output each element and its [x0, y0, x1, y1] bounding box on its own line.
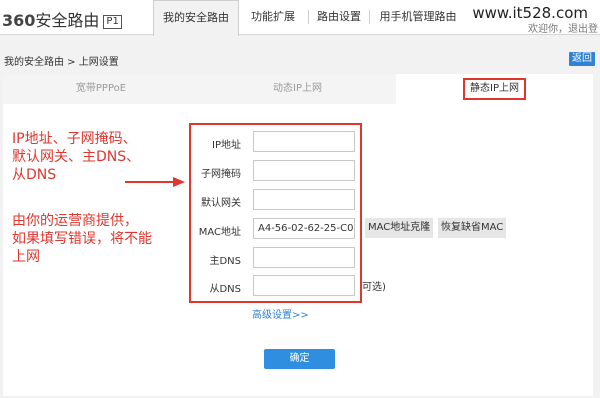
- primary-dns-label: 主DNS: [209, 256, 241, 267]
- logo-text: 安全路由: [35, 11, 100, 30]
- annotation-line: 从DNS: [12, 167, 57, 183]
- annotation-line: IP地址、子网掩码、: [12, 131, 137, 147]
- annotation-line: 如果填写错误，将不能: [12, 231, 152, 247]
- subnet-mask-label: 子网掩码: [201, 169, 241, 180]
- annotation-line: 上网: [12, 249, 40, 265]
- model-badge: P1: [103, 15, 122, 29]
- tab-router-settings[interactable]: 路由设置: [309, 0, 369, 34]
- tab-pppoe[interactable]: 宽带PPPoE: [3, 74, 199, 104]
- confirm-button[interactable]: 确定: [264, 349, 335, 369]
- mac-clone-button[interactable]: MAC地址克隆: [365, 218, 434, 238]
- optional-note: 可选): [362, 282, 386, 293]
- ip-address-label: IP地址: [212, 140, 241, 151]
- primary-dns-input[interactable]: [253, 247, 355, 268]
- annotation-fields-list: IP地址、子网掩码、 默认网关、主DNS、 从DNS: [12, 130, 140, 184]
- gateway-label: 默认网关: [201, 198, 241, 209]
- logo-number: 360: [2, 11, 36, 30]
- mac-address-label: MAC地址: [198, 227, 241, 238]
- breadcrumb-bar: 我的安全路由 > 上网设置 返回: [0, 50, 600, 70]
- tab-mobile-manage[interactable]: 用手机管理路由: [370, 0, 466, 34]
- annotation-warning: 由你的运营商提供， 如果填写错误，将不能 上网: [12, 212, 152, 266]
- ip-address-input[interactable]: [253, 131, 355, 152]
- tab-extensions[interactable]: 功能扩展: [238, 0, 308, 34]
- tab-dynamic-ip[interactable]: 动态IP上网: [199, 74, 396, 104]
- secondary-dns-input[interactable]: [253, 275, 355, 296]
- user-info[interactable]: 欢迎你，退出登: [528, 20, 598, 35]
- tab-static-ip-label: 静态IP上网: [463, 78, 526, 100]
- connection-type-tabs: 宽带PPPoE 动态IP上网 静态IP上网: [3, 74, 593, 104]
- back-button[interactable]: 返回: [569, 52, 595, 66]
- tab-static-ip[interactable]: 静态IP上网: [396, 74, 593, 104]
- brand-logo: 360安全路由 P1: [2, 7, 122, 30]
- right-arrow-icon: [125, 177, 185, 187]
- tab-my-router[interactable]: 我的安全路由: [153, 0, 239, 36]
- top-bar: 360安全路由 P1 我的安全路由 功能扩展 路由设置 用手机管理路由 www.i…: [0, 0, 600, 36]
- annotation-line: 由你的运营商提供，: [12, 213, 138, 229]
- annotation-line: 默认网关、主DNS、: [12, 149, 141, 165]
- breadcrumb: 我的安全路由 > 上网设置: [4, 57, 119, 68]
- gateway-input[interactable]: [253, 189, 355, 210]
- subnet-mask-input[interactable]: [253, 160, 355, 181]
- advanced-settings-link[interactable]: 高级设置>>: [252, 306, 309, 321]
- mac-restore-button[interactable]: 恢复缺省MAC: [438, 218, 507, 238]
- mac-address-input[interactable]: [253, 218, 355, 239]
- secondary-dns-label: 从DNS: [209, 284, 241, 295]
